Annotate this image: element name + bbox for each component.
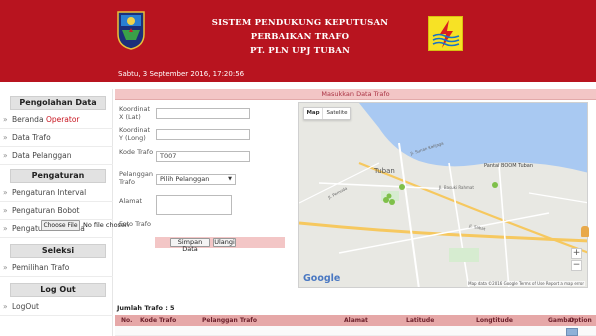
simpan-data-button[interactable]: Simpan Data xyxy=(170,238,210,253)
map-credit-text[interactable]: Map data ©2016 Google Terms of Use Repor… xyxy=(467,281,585,286)
sidebar-item-beranda[interactable]: » Beranda Operator xyxy=(0,111,113,129)
chevron-right-icon: » xyxy=(3,188,8,197)
sidebar-item-label: Data Pelanggan xyxy=(11,151,72,160)
dropdown-caret-icon: ▼ xyxy=(228,176,232,182)
section-header-pengaturan: Pengaturan xyxy=(10,169,106,183)
pln-logo xyxy=(428,16,463,51)
trafo-marker-icon[interactable] xyxy=(386,193,392,199)
map-place-label: Pantai BOOM Tuban xyxy=(484,163,533,169)
pelanggan-selected-value: Pilih Pelanggan xyxy=(160,175,210,183)
lat-label: Koordinat X (Lat) xyxy=(119,105,151,121)
pelanggan-label: Pelanggan Trafo xyxy=(119,170,153,186)
zoom-out-button[interactable]: − xyxy=(571,260,582,271)
column-header-option: Option xyxy=(569,317,592,324)
column-header-kode-trafo: Kode Trafo xyxy=(140,317,177,324)
chevron-right-icon: » xyxy=(3,115,8,124)
column-header-latitude: Latitude xyxy=(406,317,435,324)
sidebar-item-label: Pemilihan Trafo xyxy=(11,263,70,272)
file-status-text: No file chosen xyxy=(83,221,130,229)
app-title: SISTEM PENDUKUNG KEPUTUSAN PERBAIKAN TRA… xyxy=(200,16,400,58)
title-line-2: PERBAIKAN TRAFO xyxy=(250,32,350,42)
map-place-label: Jl. Basuki Rahmat xyxy=(438,185,474,190)
kode-trafo-label: Kode Trafo xyxy=(119,148,154,156)
sidebar-item-pengaturan-bobot[interactable]: » Pengaturan Bobot xyxy=(0,202,113,220)
regional-emblem-logo xyxy=(117,11,145,50)
lat-input[interactable] xyxy=(156,108,250,119)
trafo-image-thumbnail[interactable] xyxy=(566,328,578,336)
chevron-right-icon: » xyxy=(3,206,8,215)
sidebar-item-label: Pengaturan Interval xyxy=(11,188,87,197)
sidebar-item-label: Pengaturan Bobot xyxy=(11,206,80,215)
google-logo: Google xyxy=(303,273,341,284)
column-header-longtitude: Longtitude xyxy=(476,317,513,324)
sidebar: Pengolahan Data » Beranda Operator » Dat… xyxy=(0,89,113,336)
sidebar-item-pemilihan-trafo[interactable]: » Pemilihan Trafo xyxy=(0,259,113,277)
map-view[interactable]: Tuban Pantai BOOM Tuban Jl. Sunan Kalija… xyxy=(298,102,588,288)
operator-role-label: Operator xyxy=(45,115,80,124)
app-header: SISTEM PENDUKUNG KEPUTUSAN PERBAIKAN TRA… xyxy=(0,0,596,82)
sidebar-item-pengaturan-interval[interactable]: » Pengaturan Interval xyxy=(0,184,113,202)
current-datetime: Sabtu, 3 September 2016, 17:20:56 xyxy=(118,70,245,78)
title-line-1: SISTEM PENDUKUNG KEPUTUSAN xyxy=(211,18,389,28)
chevron-right-icon: » xyxy=(3,224,8,233)
trafo-marker-icon[interactable] xyxy=(399,184,405,190)
chevron-right-icon: » xyxy=(3,133,8,142)
long-label: Koordinat Y (Long) xyxy=(119,126,151,142)
map-place-label: Tuban xyxy=(373,167,395,175)
ulangi-button[interactable]: Ulangi xyxy=(213,238,236,247)
column-header-pelanggan-trafo: Pelanggan Trafo xyxy=(202,317,258,324)
long-input[interactable] xyxy=(156,129,250,140)
section-header-seleksi: Seleksi xyxy=(10,244,106,258)
trafo-marker-icon[interactable] xyxy=(492,182,498,188)
chevron-right-icon: » xyxy=(3,302,8,311)
sidebar-item-logout[interactable]: » LogOut xyxy=(0,298,113,316)
alamat-textarea[interactable] xyxy=(156,195,232,215)
form-title: Masukkan Data Trafo xyxy=(115,89,596,100)
table-row xyxy=(115,326,596,336)
sidebar-item-label: Beranda xyxy=(11,115,44,124)
column-header-no: No. xyxy=(121,317,133,324)
chevron-right-icon: » xyxy=(3,151,8,160)
section-header-log-out: Log Out xyxy=(10,283,106,297)
pelanggan-select[interactable]: Pilih Pelanggan ▼ xyxy=(156,174,236,185)
alamat-label: Alamat xyxy=(119,197,143,205)
trafo-count: Jumlah Trafo : 5 xyxy=(117,304,175,312)
sidebar-item-data-trafo[interactable]: » Data Trafo xyxy=(0,129,113,147)
kode-trafo-input[interactable]: T007 xyxy=(156,151,250,162)
map-type-control: Map Satelite xyxy=(303,107,351,120)
tab-map[interactable]: Map xyxy=(304,108,322,119)
sidebar-item-data-pelanggan[interactable]: » Data Pelanggan xyxy=(0,147,113,165)
title-line-3: PT. PLN UPJ TUBAN xyxy=(249,46,351,56)
choose-file-button[interactable]: Choose File xyxy=(41,220,80,231)
map-canvas: Tuban Pantai BOOM Tuban Jl. Sunan Kalija… xyxy=(299,103,587,287)
tab-satellite[interactable]: Satelite xyxy=(322,108,351,119)
section-header-pengolahan-data: Pengolahan Data xyxy=(10,96,106,110)
zoom-in-button[interactable]: + xyxy=(571,248,582,259)
street-view-pegman-icon[interactable] xyxy=(581,226,589,237)
trafo-marker-icon[interactable] xyxy=(389,199,395,205)
sidebar-item-label: Data Trafo xyxy=(11,133,51,142)
lightning-icon xyxy=(432,20,460,48)
sidebar-item-label: LogOut xyxy=(11,302,39,311)
chevron-right-icon: » xyxy=(3,263,8,272)
column-header-alamat: Alamat xyxy=(344,317,368,324)
